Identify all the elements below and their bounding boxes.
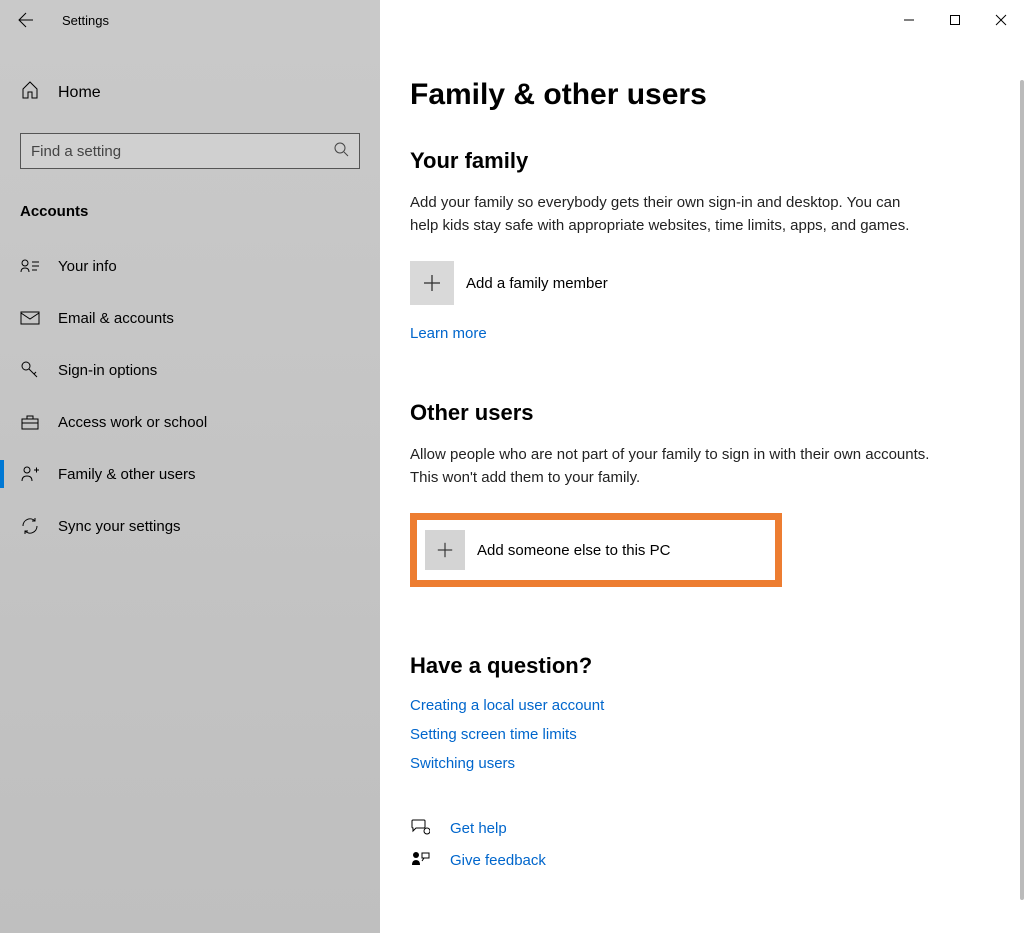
sidebar: Home Accounts Your bbox=[0, 40, 380, 933]
highlight-annotation: Add someone else to this PC bbox=[410, 513, 782, 587]
help-link-local-account[interactable]: Creating a local user account bbox=[410, 697, 994, 714]
scrollbar[interactable] bbox=[1016, 40, 1024, 933]
get-help-link[interactable]: Get help bbox=[450, 820, 507, 837]
search-box[interactable] bbox=[20, 133, 360, 169]
sidebar-item-label: Access work or school bbox=[58, 414, 207, 431]
sidebar-item-work-school[interactable]: Access work or school bbox=[0, 396, 380, 448]
add-family-label: Add a family member bbox=[466, 275, 608, 292]
main-area: Home Accounts Your bbox=[0, 40, 1024, 933]
sidebar-item-label: Family & other users bbox=[58, 466, 196, 483]
get-help-row[interactable]: Get help bbox=[410, 818, 994, 838]
scrollbar-thumb[interactable] bbox=[1020, 80, 1024, 900]
sidebar-item-label: Sync your settings bbox=[58, 518, 181, 535]
learn-more-link[interactable]: Learn more bbox=[410, 325, 994, 342]
family-heading: Your family bbox=[410, 148, 994, 174]
plus-box bbox=[410, 261, 454, 305]
close-button[interactable] bbox=[978, 0, 1024, 40]
sidebar-item-label: Your info bbox=[58, 258, 117, 275]
briefcase-icon bbox=[20, 412, 40, 432]
give-feedback-link[interactable]: Give feedback bbox=[450, 852, 546, 869]
chat-icon bbox=[410, 818, 430, 838]
sync-icon bbox=[20, 516, 40, 536]
add-other-user-button[interactable]: Add someone else to this PC bbox=[425, 530, 767, 570]
other-users-description: Allow people who are not part of your fa… bbox=[410, 444, 930, 489]
help-link-switching-users[interactable]: Switching users bbox=[410, 755, 994, 772]
page-title: Family & other users bbox=[410, 78, 994, 112]
person-card-icon bbox=[20, 256, 40, 276]
key-icon bbox=[20, 360, 40, 380]
titlebar: Settings bbox=[0, 0, 1024, 40]
arrow-left-icon bbox=[18, 12, 34, 28]
close-icon bbox=[995, 14, 1007, 26]
family-description: Add your family so everybody gets their … bbox=[410, 192, 930, 237]
search-icon bbox=[333, 141, 349, 162]
maximize-button[interactable] bbox=[932, 0, 978, 40]
plus-box bbox=[425, 530, 465, 570]
add-family-member-button[interactable]: Add a family member bbox=[410, 261, 994, 305]
plus-icon bbox=[422, 273, 442, 293]
give-feedback-row[interactable]: Give feedback bbox=[410, 850, 994, 870]
sidebar-item-label: Sign-in options bbox=[58, 362, 157, 379]
sidebar-item-email[interactable]: Email & accounts bbox=[0, 292, 380, 344]
sidebar-item-your-info[interactable]: Your info bbox=[0, 240, 380, 292]
window-controls bbox=[886, 0, 1024, 40]
sidebar-item-label: Email & accounts bbox=[58, 310, 174, 327]
question-heading: Have a question? bbox=[410, 653, 994, 679]
feedback-icon bbox=[410, 850, 430, 870]
minimize-icon bbox=[903, 14, 915, 26]
back-button[interactable] bbox=[18, 12, 34, 28]
titlebar-right bbox=[380, 0, 1024, 40]
search-input[interactable] bbox=[31, 143, 333, 160]
plus-icon bbox=[436, 541, 454, 559]
home-icon bbox=[20, 80, 40, 105]
people-icon bbox=[20, 464, 40, 484]
other-users-heading: Other users bbox=[410, 400, 994, 426]
content-area: Family & other users Your family Add you… bbox=[380, 40, 1024, 933]
minimize-button[interactable] bbox=[886, 0, 932, 40]
sidebar-item-family[interactable]: Family & other users bbox=[0, 448, 380, 500]
sidebar-item-sync[interactable]: Sync your settings bbox=[0, 500, 380, 552]
mail-icon bbox=[20, 308, 40, 328]
sidebar-section-title: Accounts bbox=[0, 193, 380, 240]
sidebar-home[interactable]: Home bbox=[0, 70, 380, 115]
window-title: Settings bbox=[62, 13, 109, 28]
maximize-icon bbox=[949, 14, 961, 26]
add-other-label: Add someone else to this PC bbox=[477, 542, 670, 559]
help-link-screen-time[interactable]: Setting screen time limits bbox=[410, 726, 994, 743]
sidebar-item-signin[interactable]: Sign-in options bbox=[0, 344, 380, 396]
titlebar-left: Settings bbox=[0, 0, 380, 40]
sidebar-home-label: Home bbox=[58, 84, 101, 102]
